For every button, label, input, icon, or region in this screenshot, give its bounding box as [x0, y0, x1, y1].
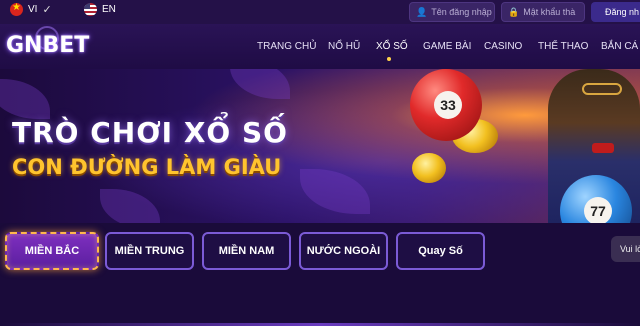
- check-icon: ✓: [42, 4, 52, 16]
- language-vi[interactable]: VI ✓: [10, 3, 52, 16]
- password-placeholder: Mật khẩu thà: [523, 7, 576, 17]
- password-input[interactable]: 🔒 Mật khẩu thà: [501, 2, 585, 22]
- language-en[interactable]: EN: [84, 3, 116, 16]
- hero-banner: TRÒ CHƠI XỔ SỐ CON ĐƯỜNG LÀM GIÀU 33 77: [0, 69, 640, 223]
- top-bar: VI ✓ EN 👤 Tên đăng nhập 🔒 Mật khẩu thà Đ…: [0, 0, 640, 24]
- ball-number: 77: [584, 197, 612, 223]
- nav-item-the-thao[interactable]: THỂ THAO: [538, 41, 588, 52]
- glasses-icon: [582, 83, 622, 95]
- tab-mien-trung[interactable]: MIỀN TRUNG: [105, 232, 194, 270]
- user-icon: 👤: [416, 6, 428, 17]
- language-vi-label: VI: [28, 4, 38, 15]
- nav-item-no-hu[interactable]: NỔ HŨ: [328, 41, 360, 52]
- leaf-decoration: [100, 189, 160, 223]
- nav-item-game-bai[interactable]: GAME BÀI: [423, 41, 471, 52]
- lock-icon: 🔒: [508, 6, 520, 17]
- main-nav: TRANG CHỦ NỔ HŨ XỔ SỐ GAME BÀI CASINO TH…: [0, 41, 640, 55]
- vietnam-flag-icon: [10, 3, 23, 16]
- nav-item-xo-so[interactable]: XỔ SỐ: [376, 41, 408, 52]
- bowtie-icon: [592, 143, 614, 153]
- banner-subtitle: CON ĐƯỜNG LÀM GIÀU: [12, 155, 282, 179]
- language-en-label: EN: [102, 4, 116, 15]
- tab-mien-nam[interactable]: MIỀN NAM: [202, 232, 291, 270]
- usa-flag-icon: [84, 3, 97, 16]
- active-nav-indicator: [387, 57, 391, 61]
- lottery-ball-red: 33: [410, 69, 482, 141]
- region-tabs: MIỀN BẮC MIỀN TRUNG MIỀN NAM NƯỚC NGOÀI …: [0, 223, 640, 326]
- login-button[interactable]: Đăng nh: [591, 2, 640, 22]
- nav-item-trang-chu[interactable]: TRANG CHỦ: [257, 41, 316, 52]
- tab-quay-so[interactable]: Quay Số: [396, 232, 485, 270]
- tooltip: Vui lò: [611, 236, 640, 262]
- header: GNBET TRANG CHỦ NỔ HŨ XỔ SỐ GAME BÀI CAS…: [0, 24, 640, 69]
- username-placeholder: Tên đăng nhập: [431, 7, 492, 17]
- leaf-decoration: [300, 169, 370, 214]
- gold-coin-icon: [412, 153, 446, 183]
- ball-number: 33: [434, 91, 462, 119]
- username-input[interactable]: 👤 Tên đăng nhập: [409, 2, 495, 22]
- tab-mien-bac[interactable]: MIỀN BẮC: [5, 232, 99, 270]
- leaf-decoration: [0, 79, 50, 119]
- nav-item-ban-ca[interactable]: BẮN CÁ: [601, 41, 638, 52]
- tab-nuoc-ngoai[interactable]: NƯỚC NGOÀI: [299, 232, 388, 270]
- nav-item-casino[interactable]: CASINO: [484, 41, 522, 52]
- leaf-decoration: [230, 69, 290, 99]
- banner-title: TRÒ CHƠI XỔ SỐ: [12, 116, 288, 149]
